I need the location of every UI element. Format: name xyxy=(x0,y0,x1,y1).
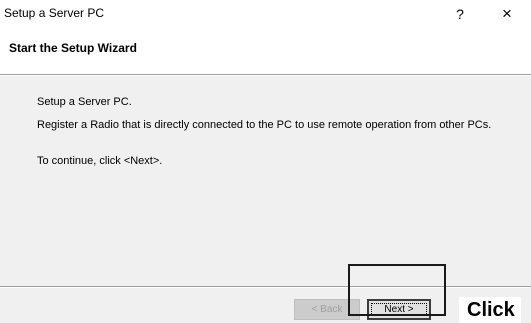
title-bar: Setup a Server PC ? × xyxy=(0,0,531,30)
click-callout: Click xyxy=(459,297,521,323)
wizard-header: Start the Setup Wizard xyxy=(0,30,531,74)
close-button[interactable]: × xyxy=(490,3,524,25)
back-button-label: < Back xyxy=(311,304,343,315)
description-text: Register a Radio that is directly connec… xyxy=(37,119,492,131)
page-heading: Start the Setup Wizard xyxy=(9,41,137,55)
next-button-highlight-box xyxy=(348,264,446,316)
intro-text: Setup a Server PC. xyxy=(37,96,132,108)
setup-wizard-dialog: Setup a Server PC ? × Start the Setup Wi… xyxy=(0,0,531,323)
window-title: Setup a Server PC xyxy=(4,6,105,20)
help-button[interactable]: ? xyxy=(447,3,473,25)
wizard-footer: < Back Next > xyxy=(0,288,531,323)
wizard-content: Setup a Server PC. Register a Radio that… xyxy=(0,76,531,286)
instruction-text: To continue, click <Next>. xyxy=(37,155,163,167)
